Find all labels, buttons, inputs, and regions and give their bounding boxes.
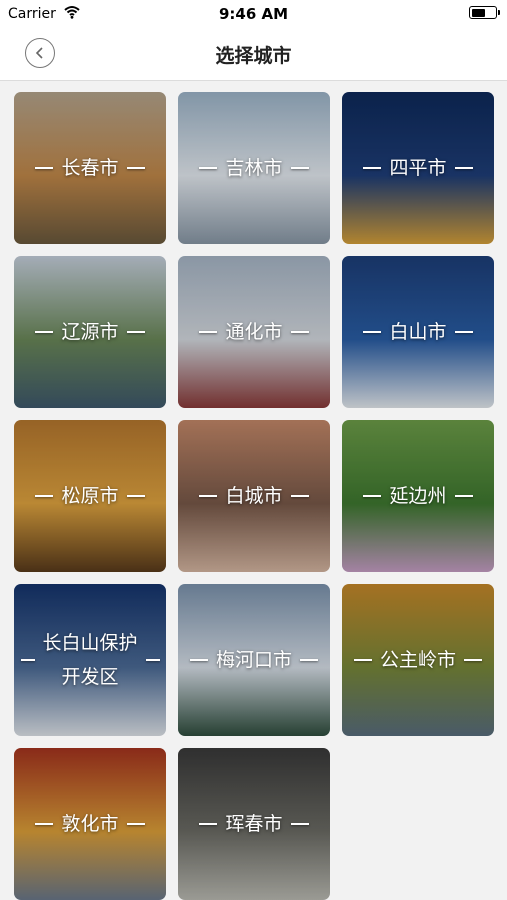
city-name: 四平市 <box>389 157 447 179</box>
city-card-songyuan[interactable]: 松原市 <box>14 420 166 572</box>
city-card-tonghua[interactable]: 通化市 <box>178 256 330 408</box>
city-name: 梅河口市 <box>215 649 292 671</box>
status-time: 9:46 AM <box>218 5 289 23</box>
city-name: 长春市 <box>61 157 119 179</box>
city-label: 吉林市 <box>178 92 330 244</box>
city-label: 延边州 <box>342 420 494 572</box>
city-card-dunhua[interactable]: 敦化市 <box>14 748 166 900</box>
city-name: 白城市 <box>225 485 283 507</box>
city-grid: 长春市 吉林市 四平市辽源市 通化市 白山市松原市 白城市 延边州长白山保护开发区 梅河口市 公… <box>14 92 494 900</box>
city-name: 白山市 <box>389 321 447 343</box>
city-card-meihekou[interactable]: 梅河口市 <box>178 584 330 736</box>
city-name: 公主岭市 <box>379 649 456 671</box>
city-label: 白城市 <box>178 420 330 572</box>
city-card-baishan[interactable]: 白山市 <box>342 256 494 408</box>
city-label: 长春市 <box>14 92 166 244</box>
city-name: 松原市 <box>61 485 119 507</box>
city-name: 辽源市 <box>61 321 119 343</box>
city-label: 四平市 <box>342 92 494 244</box>
battery-icon <box>469 6 500 19</box>
city-label: 长白山保护开发区 <box>14 584 166 736</box>
city-label: 松原市 <box>14 420 166 572</box>
city-card-hunchun[interactable]: 珲春市 <box>178 748 330 900</box>
city-card-liaoyuan[interactable]: 辽源市 <box>14 256 166 408</box>
page-title: 选择城市 <box>215 45 292 67</box>
city-label: 辽源市 <box>14 256 166 408</box>
city-card-gongzhuling[interactable]: 公主岭市 <box>342 584 494 736</box>
city-name: 长白山保护开发区 <box>42 632 138 688</box>
city-label: 梅河口市 <box>178 584 330 736</box>
city-label: 敦化市 <box>14 748 166 900</box>
city-label: 白山市 <box>342 256 494 408</box>
city-card-yanbian[interactable]: 延边州 <box>342 420 494 572</box>
nav-bar: 选择城市 <box>0 28 507 81</box>
battery-level <box>471 8 485 17</box>
city-name: 通化市 <box>225 321 283 343</box>
city-name: 敦化市 <box>61 813 119 835</box>
status-bar: Carrier 9:46 AM <box>0 0 507 28</box>
city-card-changchun[interactable]: 长春市 <box>14 92 166 244</box>
city-name: 延边州 <box>389 485 447 507</box>
city-card-siping[interactable]: 四平市 <box>342 92 494 244</box>
city-label: 珲春市 <box>178 748 330 900</box>
city-card-baicheng[interactable]: 白城市 <box>178 420 330 572</box>
city-label: 公主岭市 <box>342 584 494 736</box>
city-label: 通化市 <box>178 256 330 408</box>
city-card-jilin[interactable]: 吉林市 <box>178 92 330 244</box>
city-card-changbaishan[interactable]: 长白山保护开发区 <box>14 584 166 736</box>
city-name: 吉林市 <box>225 157 283 179</box>
city-name: 珲春市 <box>225 813 283 835</box>
